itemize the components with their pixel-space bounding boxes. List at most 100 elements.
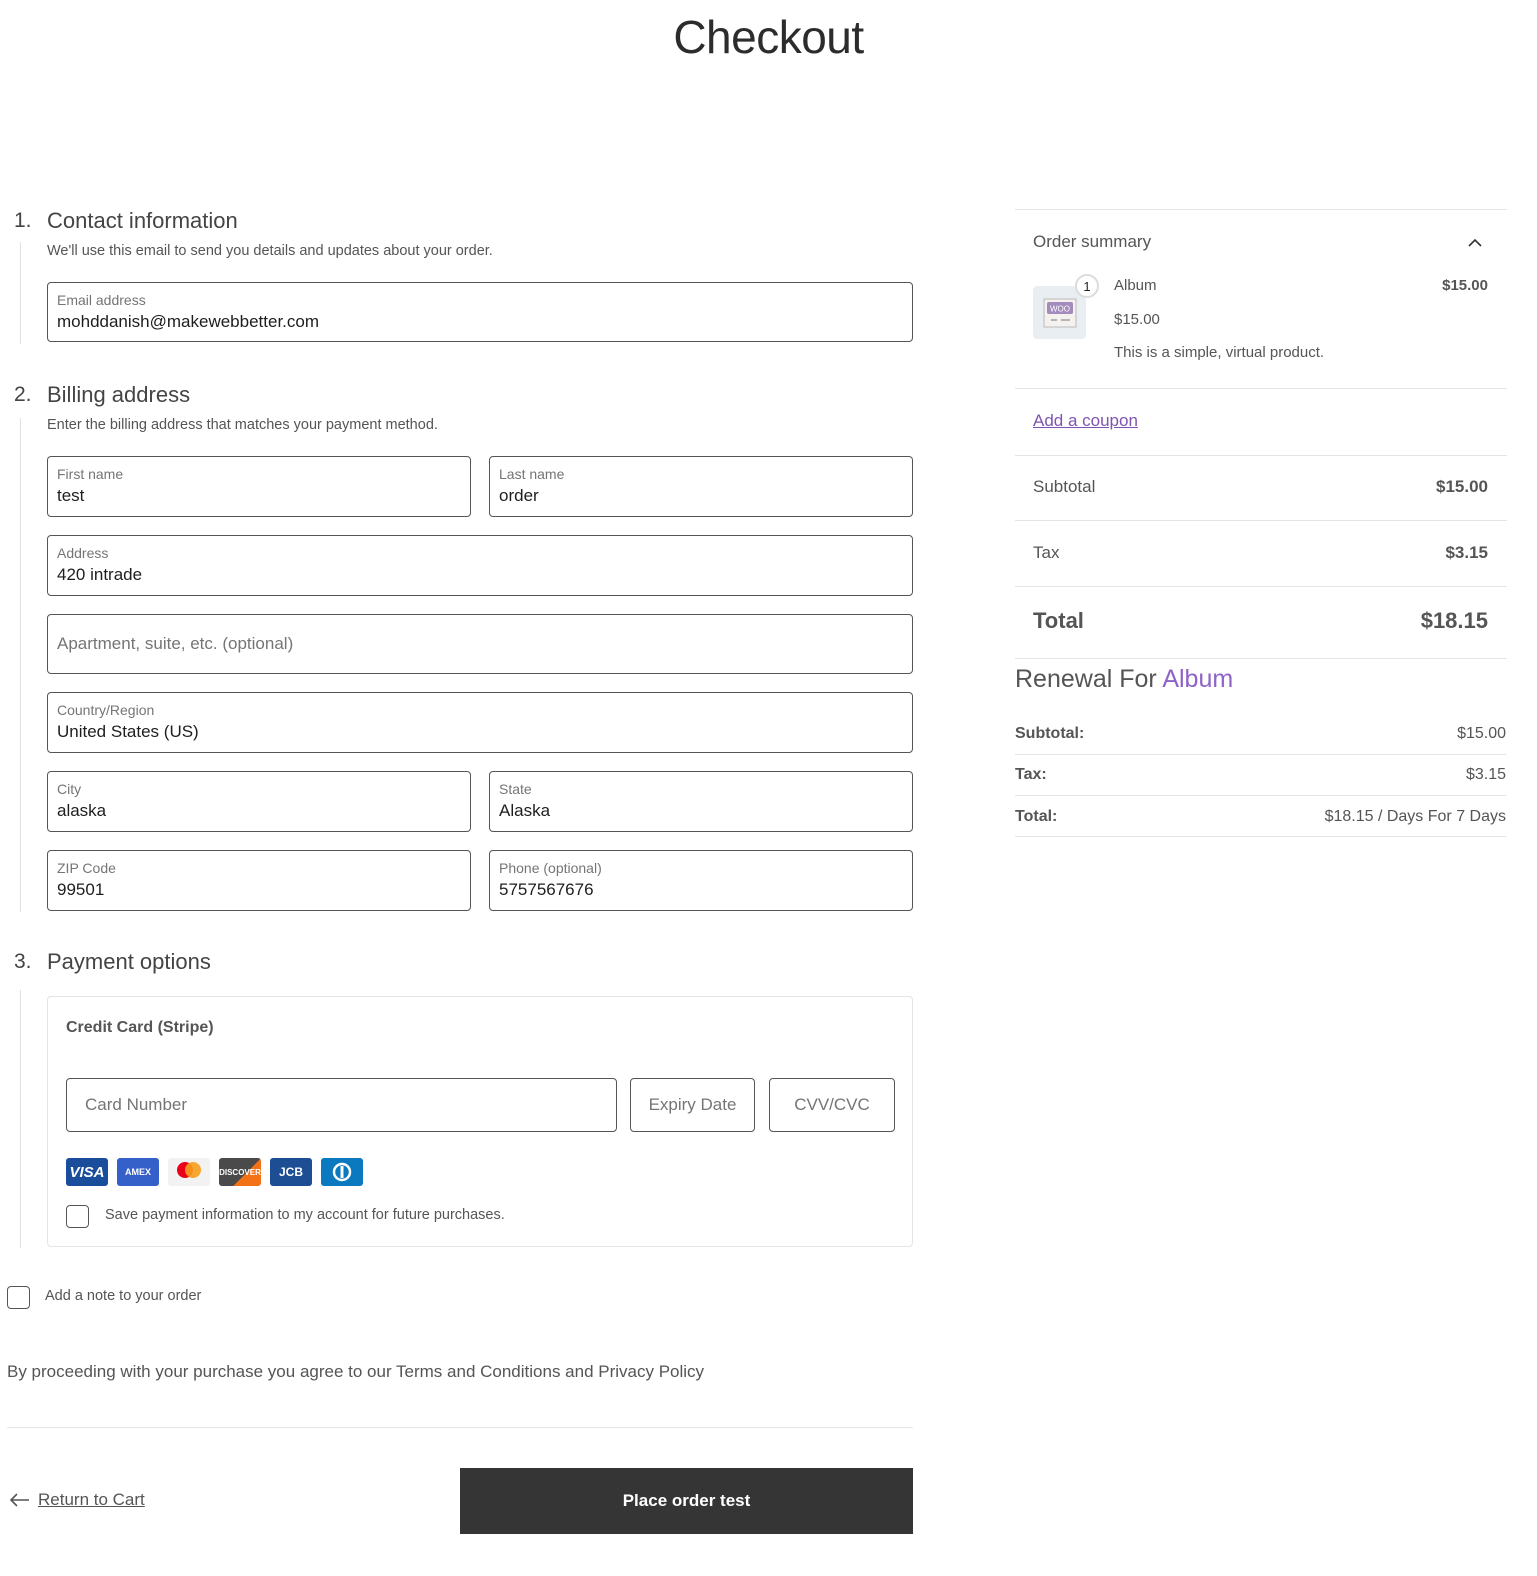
renewal-subtotal-value: $15.00	[1457, 725, 1506, 742]
woo-placeholder-icon: WOO	[1043, 298, 1076, 327]
step-number: 1.	[14, 209, 32, 232]
city-value: alaska	[57, 801, 107, 820]
step-number: 2.	[14, 383, 32, 406]
expiry-placeholder: Expiry Date	[648, 1095, 737, 1114]
renewal-divider	[1015, 795, 1506, 796]
mastercard-icon	[168, 1158, 210, 1186]
page-title: Checkout	[673, 11, 864, 63]
renewal-tax-value: $3.15	[1465, 766, 1506, 783]
billing-title: Billing address	[47, 382, 191, 407]
renewal-divider	[1015, 836, 1506, 837]
return-to-cart-label: Return to Cart	[38, 1490, 145, 1509]
payment-method-box: Credit Card (Stripe) Card Number Expiry …	[47, 996, 913, 1247]
zip-value: 99501	[57, 880, 105, 899]
email-field[interactable]: Email address mohddanish@makewebbetter.c…	[47, 282, 913, 342]
arrow-left-icon	[10, 1493, 29, 1507]
summary-divider	[1015, 586, 1507, 587]
phone-label: Phone (optional)	[499, 860, 602, 876]
city-label: City	[57, 781, 82, 797]
payment-title: Payment options	[47, 949, 211, 974]
renewal-tax-label: Tax:	[1015, 766, 1047, 783]
total-row: Total $18.15	[1033, 608, 1488, 634]
woo-text: WOO	[1050, 304, 1070, 313]
item-description: This is a simple, virtual product.	[1114, 344, 1325, 361]
state-label: State	[499, 781, 532, 797]
summary-divider	[1015, 455, 1507, 456]
card-number-input[interactable]: Card Number	[66, 1078, 617, 1132]
quantity-badge: 1	[1075, 274, 1099, 298]
tax-label: Tax	[1033, 543, 1060, 562]
address-value: 420 intrade	[57, 565, 143, 584]
summary-divider	[1015, 658, 1507, 659]
apartment-placeholder: Apartment, suite, etc. (optional)	[57, 634, 294, 653]
first-name-value: test	[57, 486, 85, 505]
apartment-field[interactable]: Apartment, suite, etc. (optional)	[47, 614, 913, 674]
address-field[interactable]: Address 420 intrade	[47, 535, 913, 596]
cvc-placeholder: CVV/CVC	[794, 1095, 870, 1114]
summary-divider	[1015, 209, 1507, 210]
renewal-prefix: Renewal For	[1015, 665, 1157, 693]
phone-value: 5757567676	[499, 880, 594, 899]
contact-title: Contact information	[47, 208, 238, 233]
step-guide-line	[20, 990, 21, 1248]
place-order-button[interactable]: Place order test	[460, 1468, 913, 1534]
save-payment-label: Save payment information to my account f…	[105, 1207, 505, 1223]
renewal-divider	[1015, 754, 1506, 755]
return-to-cart-link[interactable]: Return to Cart	[10, 1490, 145, 1510]
step-number: 3.	[14, 950, 32, 973]
country-label: Country/Region	[57, 702, 155, 718]
step-guide-line	[20, 418, 21, 912]
renewal-title: Renewal For Album	[1015, 665, 1233, 694]
state-select[interactable]: State Alaska	[489, 771, 913, 832]
terms-text: By proceeding with your purchase you agr…	[7, 1362, 705, 1381]
tax-value: $3.15	[1445, 543, 1488, 562]
renewal-subtotal-label: Subtotal:	[1015, 725, 1085, 742]
jcb-icon: JCB	[270, 1158, 312, 1186]
chevron-up-icon[interactable]	[1466, 234, 1484, 252]
subtotal-value: $15.00	[1436, 477, 1488, 496]
summary-divider	[1015, 388, 1507, 389]
renewal-total-value: $18.15 / Days For 7 Days	[1324, 808, 1506, 825]
save-payment-checkbox[interactable]	[66, 1205, 89, 1228]
item-unit-price: $15.00	[1114, 311, 1160, 328]
item-name: Album	[1114, 277, 1157, 294]
step-guide-line	[20, 242, 21, 344]
card-brands: VISA AMEX DISCOVER JCB	[66, 1158, 363, 1186]
visa-icon: VISA	[66, 1158, 108, 1186]
summary-divider	[1015, 520, 1507, 521]
country-select[interactable]: Country/Region United States (US)	[47, 692, 913, 753]
email-value: mohddanish@makewebbetter.com	[57, 312, 320, 331]
renewal-product-link[interactable]: Album	[1162, 665, 1233, 693]
first-name-field[interactable]: First name test	[47, 456, 471, 517]
add-coupon-link[interactable]: Add a coupon	[1033, 411, 1138, 431]
amex-icon: AMEX	[117, 1158, 159, 1186]
diners-icon	[321, 1158, 363, 1186]
zip-label: ZIP Code	[57, 860, 116, 876]
expiry-date-input[interactable]: Expiry Date	[630, 1078, 755, 1132]
contact-description: We'll use this email to send you details…	[47, 243, 493, 259]
first-name-label: First name	[57, 466, 124, 482]
email-label: Email address	[57, 292, 146, 308]
total-value: $18.15	[1420, 608, 1488, 633]
mastercard-circles	[177, 1162, 201, 1178]
renewal-total-label: Total:	[1015, 808, 1058, 825]
billing-description: Enter the billing address that matches y…	[47, 417, 438, 433]
country-value: United States (US)	[57, 722, 199, 741]
city-field[interactable]: City alaska	[47, 771, 471, 832]
payment-method-title: Credit Card (Stripe)	[66, 1019, 214, 1036]
order-note-label: Add a note to your order	[45, 1288, 202, 1304]
address-label: Address	[57, 545, 109, 561]
cvc-input[interactable]: CVV/CVC	[769, 1078, 895, 1132]
discover-icon: DISCOVER	[219, 1158, 261, 1186]
item-line-total: $15.00	[1442, 277, 1488, 294]
phone-field[interactable]: Phone (optional) 5757567676	[489, 850, 913, 911]
total-label: Total	[1033, 608, 1084, 633]
renewal-tax-row: Tax: $3.15	[1015, 766, 1506, 784]
order-summary-title: Order summary	[1033, 232, 1152, 251]
renewal-total-row: Total: $18.15 / Days For 7 Days	[1015, 808, 1506, 826]
order-note-checkbox[interactable]	[7, 1286, 30, 1309]
last-name-field[interactable]: Last name order	[489, 456, 913, 517]
renewal-subtotal-row: Subtotal: $15.00	[1015, 725, 1506, 743]
subtotal-row: Subtotal $15.00	[1033, 477, 1488, 497]
zip-field[interactable]: ZIP Code 99501	[47, 850, 471, 911]
